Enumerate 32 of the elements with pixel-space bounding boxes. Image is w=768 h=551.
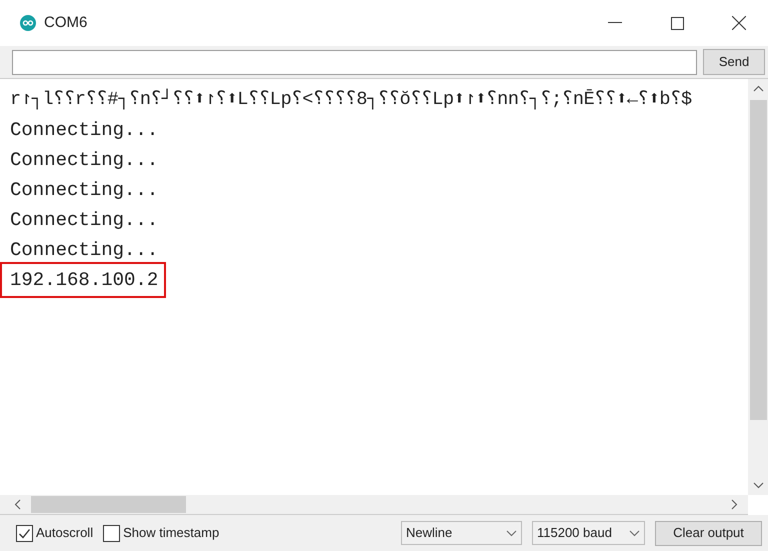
output-line: Connecting... [10,238,158,263]
scrollbar-thumb[interactable] [31,496,186,513]
scroll-down-icon [752,482,764,489]
output-line: 192.168.100.2 [2,264,164,296]
vertical-scrollbar[interactable] [748,79,768,495]
checkbox-label: Autoscroll [36,524,94,542]
clear-output-button[interactable]: Clear output [655,520,762,546]
scrollbar-thumb[interactable] [750,100,766,420]
scroll-left-icon [14,499,21,510]
output-line: Connecting... [10,118,158,143]
output-line: Connecting... [10,148,158,173]
chevron-down-icon [629,530,640,536]
output-line: Connecting... [10,208,158,233]
app-logo-icon [20,15,36,31]
scroll-right-icon [731,499,738,510]
chevron-down-icon [506,530,517,536]
maximize-icon [670,16,684,30]
checkbox-label: Show timestamp [123,524,220,542]
send-button[interactable]: Send [703,49,765,75]
output-line: r↾┐l⸮⸮r⸮⸮#┐⸮n⸮┘⸮⸮⬆↾⸮⬆L⸮⸮Lp⸮<⸮⸮⸮⸮8┐⸮⸮ŏ⸮⸮Lp⬆↾⬆⸮nn⸮┐⸮;⸮nĒ⸮⸮⬆←⸮⬆b⸮$ [10,88,692,112]
line-ending-dropdown[interactable]: Newline [401,521,522,545]
baud-rate-dropdown[interactable]: 115200 baud [532,521,645,545]
window-title: COM6 [44,12,88,33]
checkbox[interactable] [103,524,120,542]
minimize-icon [608,22,622,24]
checkbox[interactable] [16,524,33,542]
message-input-field[interactable] [12,50,697,74]
scroll-up-icon [752,85,764,92]
horizontal-scrollbar[interactable] [0,495,748,515]
checkmark-icon [18,526,31,540]
output-line: Connecting... [10,178,158,203]
close-icon [732,16,746,30]
